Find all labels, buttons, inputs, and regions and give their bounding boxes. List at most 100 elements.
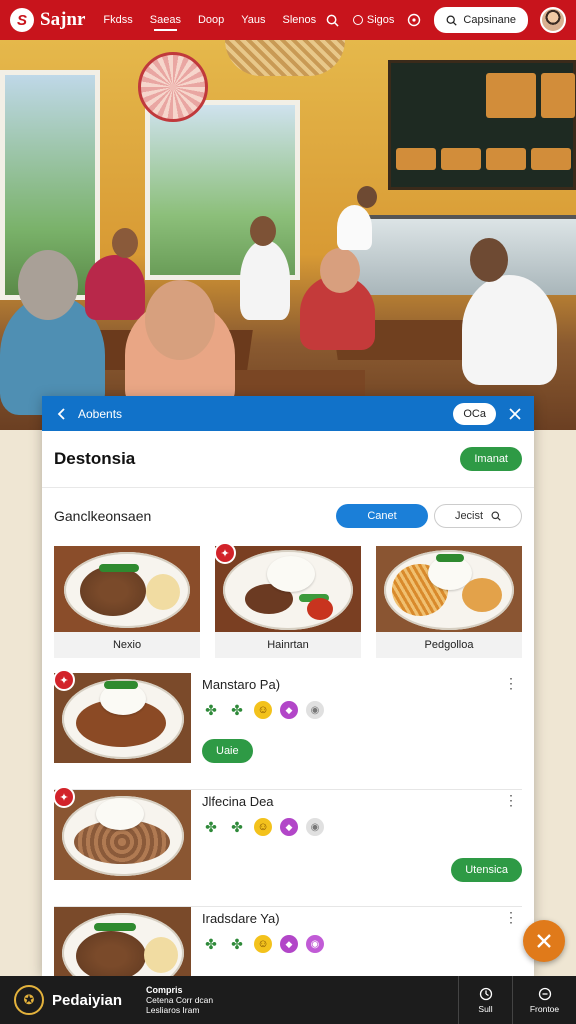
dish-tiles: Nexio ✦ Hainrtan Pedgolloa <box>42 542 534 658</box>
wall-fan <box>138 52 208 122</box>
item-action-button[interactable]: Uaie <box>202 739 253 763</box>
search-pill-icon <box>446 15 458 26</box>
leaf-icon: ✤ <box>205 701 217 718</box>
list-item[interactable]: ✦ Manstaro Pa) ⋮ ✤ ✤ ☺ ◆ ◉ Uaie <box>53 669 522 790</box>
brand-logo[interactable]: S Sajnr <box>10 8 85 32</box>
dish-tile[interactable]: ✦ Hainrtan <box>214 542 361 658</box>
nav-link-3[interactable]: Doop <box>198 14 224 26</box>
bottom-action-2[interactable]: Frontoe <box>512 976 576 1024</box>
dish-thumbnail: ✦ <box>53 669 191 763</box>
leaf-icon: ✤ <box>205 818 217 835</box>
favorite-pin-icon: ✦ <box>53 669 75 691</box>
bottom-info: Compris Cetena Corr dcan Lesliaros Iram <box>146 985 213 1015</box>
more-options-icon[interactable]: ⋮ <box>504 909 518 925</box>
card-bar-title: Aobents <box>78 406 123 421</box>
dish-caption: Nexio <box>112 639 142 651</box>
card-header-bar: Aobents OCa <box>42 396 534 431</box>
dish-photo <box>54 546 200 632</box>
logo-text: Sajnr <box>40 9 86 30</box>
more-options-icon[interactable]: ⋮ <box>504 792 518 808</box>
chat-icon[interactable] <box>406 12 422 28</box>
ghost-icon: ◉ <box>306 818 324 836</box>
ceiling-lamp <box>225 40 345 76</box>
dish-caption: Pedgolloa <box>424 639 474 651</box>
bottom-brand: Pedaiyian <box>52 991 123 1009</box>
close-fab-button[interactable] <box>523 920 565 962</box>
dish-thumbnail <box>54 907 191 976</box>
info-line-1: Cetena Corr dcan <box>146 995 214 1005</box>
segment-option-active[interactable]: Canet <box>336 504 428 528</box>
back-arrow-icon[interactable] <box>54 406 70 422</box>
dish-tile[interactable]: Nexio <box>54 546 200 658</box>
brand-badge-icon[interactable]: ✪ <box>14 985 44 1015</box>
search-icon[interactable] <box>325 12 341 28</box>
attribute-icons: ✤ ✤ ☺ ◆ ◉ <box>202 818 324 836</box>
search-button-label: Capsinane <box>463 14 516 26</box>
card-bar-chip[interactable]: OCa <box>453 402 496 425</box>
dish-list: ✦ Manstaro Pa) ⋮ ✤ ✤ ☺ ◆ ◉ Uaie ✦ Jlfeci… <box>42 669 534 976</box>
item-title: Jlfecina Dea <box>202 794 274 809</box>
search-icon <box>491 511 501 521</box>
filter-label: Sigos <box>366 14 395 26</box>
diamond-icon: ◆ <box>280 818 298 836</box>
item-title: Iradsdare Ya) <box>202 911 280 926</box>
close-icon[interactable] <box>508 407 522 421</box>
nav-link-4[interactable]: Yaus <box>241 14 265 26</box>
bottom-action-1-label: Sull <box>478 1003 493 1014</box>
segment-control: Canet Jecist <box>336 504 522 528</box>
info-title: Compris <box>146 985 183 995</box>
section-row: Ganclkeonsaen Canet Jecist <box>42 490 534 542</box>
search-button[interactable]: Capsinane <box>434 7 528 33</box>
dish-photo <box>215 546 361 632</box>
card-title-row: Destonsia Imanat <box>42 431 534 488</box>
item-title: Manstaro Pa) <box>202 677 281 692</box>
nav-link-2[interactable]: Saeas <box>150 14 181 31</box>
smile-icon: ☺ <box>254 701 272 719</box>
item-action-button[interactable]: Utensica <box>451 858 522 882</box>
favorite-pin-icon: ✦ <box>214 542 236 564</box>
favorite-pin-icon: ✦ <box>53 786 75 808</box>
list-item[interactable]: ✦ Jlfecina Dea ⋮ ✤ ✤ ☺ ◆ ◉ Utensica <box>53 786 522 907</box>
card-title: Destonsia <box>54 449 136 468</box>
title-action-button[interactable]: Imanat <box>460 447 522 471</box>
dish-caption: Hainrtan <box>267 639 309 651</box>
info-line-2: Lesliaros Iram <box>146 1005 200 1015</box>
bottom-action-1[interactable]: Sull <box>458 976 512 1024</box>
dish-tile[interactable]: Pedgolloa <box>376 546 522 658</box>
bottom-bar: ✪ Pedaiyian Compris Cetena Corr dcan Les… <box>0 976 576 1024</box>
close-icon <box>537 934 551 948</box>
ghost-icon: ◉ <box>306 935 324 953</box>
leaf-icon: ✤ <box>205 935 217 952</box>
restaurant-card: Aobents OCa Destonsia Imanat Ganclkeonsa… <box>42 396 534 976</box>
herb-icon: ✤ <box>231 701 243 718</box>
segment-option-label: Jecist <box>454 510 484 522</box>
nav-link-5[interactable]: Slenos <box>283 14 317 26</box>
segment-option-search[interactable]: Jecist <box>434 504 522 528</box>
dish-photo <box>376 546 522 632</box>
diamond-icon: ◆ <box>280 701 298 719</box>
smile-icon: ☺ <box>254 935 272 953</box>
diamond-icon: ◆ <box>280 935 298 953</box>
nav-link-1[interactable]: Fkdss <box>103 14 132 26</box>
clock-icon <box>479 987 492 1000</box>
section-label: Ganclkeonsaen <box>54 508 152 524</box>
hero-photo <box>0 40 576 430</box>
message-icon <box>538 987 551 1000</box>
user-avatar[interactable] <box>540 7 566 33</box>
more-options-icon[interactable]: ⋮ <box>504 675 518 691</box>
nav-links: Fkdss Saeas Doop Yaus Slenos <box>103 14 317 31</box>
herb-icon: ✤ <box>231 818 243 835</box>
list-item[interactable]: Iradsdare Ya) ⋮ ✤ ✤ ☺ ◆ ◉ <box>54 907 522 976</box>
radio-icon <box>352 15 363 26</box>
menu-board <box>388 60 576 190</box>
ghost-icon: ◉ <box>306 701 324 719</box>
attribute-icons: ✤ ✤ ☺ ◆ ◉ <box>202 935 324 953</box>
bottom-actions: Sull Frontoe <box>458 976 576 1024</box>
attribute-icons: ✤ ✤ ☺ ◆ ◉ <box>202 701 324 719</box>
smile-icon: ☺ <box>254 818 272 836</box>
logo-icon: S <box>10 8 34 32</box>
display-counter <box>340 215 576 295</box>
filter-toggle[interactable]: Sigos <box>352 14 395 26</box>
dish-thumbnail: ✦ <box>53 786 191 880</box>
bottom-action-2-label: Frontoe <box>529 1003 560 1014</box>
